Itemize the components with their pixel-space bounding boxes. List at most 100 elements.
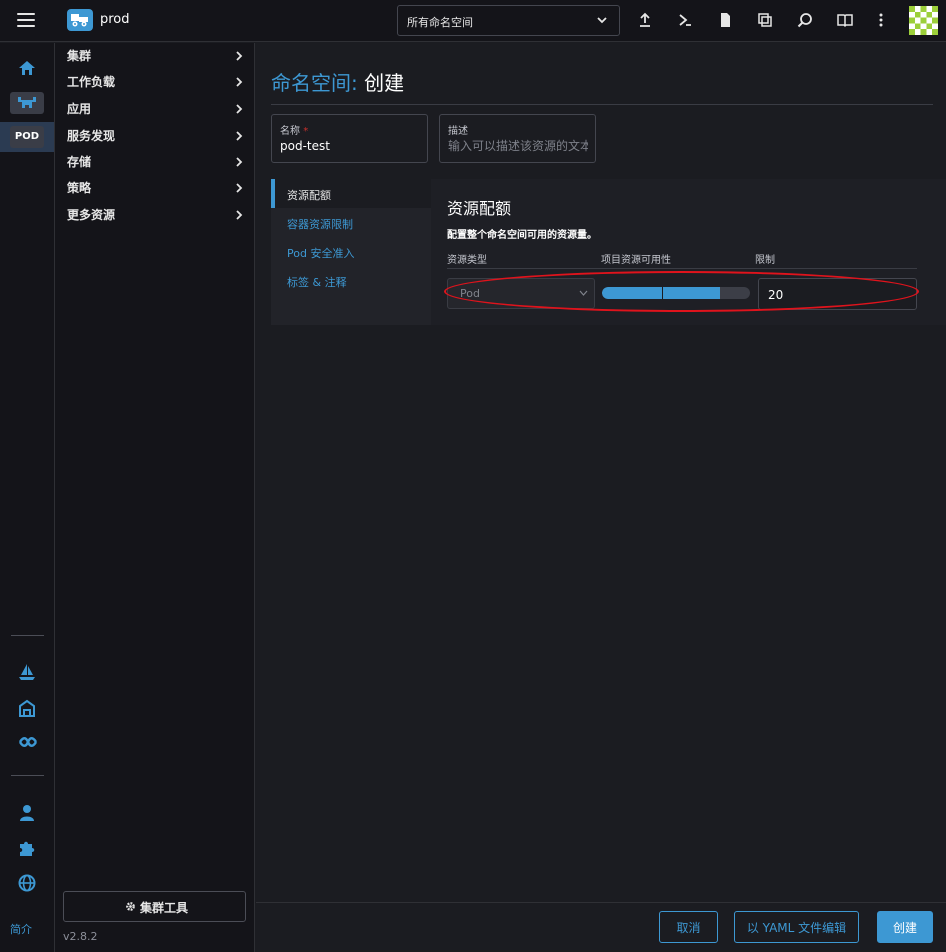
cluster-tools-button[interactable]: 集群工具: [63, 891, 246, 922]
chain-icon: [18, 737, 38, 747]
tab-label: 标签 & 注释: [287, 276, 347, 289]
page-title-resource-link[interactable]: 命名空间:: [271, 71, 358, 95]
tab-container-limits[interactable]: 容器资源限制: [271, 208, 431, 237]
rail-fleet[interactable]: [0, 657, 54, 685]
cluster-tools-label: 集群工具: [140, 901, 189, 915]
limit-field[interactable]: [758, 278, 917, 310]
rail-users[interactable]: [0, 798, 54, 826]
page-title-action: 创建: [364, 71, 405, 95]
resource-type-value: Pod: [460, 287, 480, 300]
edit-as-yaml-button[interactable]: 以 YAML 文件编辑: [734, 911, 859, 943]
globe-icon: [18, 874, 36, 892]
version-label: v2.8.2: [63, 930, 98, 943]
sidebar-item-label: 更多资源: [67, 208, 116, 222]
tab-pod-security[interactable]: Pod 安全准入: [271, 237, 431, 266]
search-icon[interactable]: [797, 12, 813, 28]
user-icon: [20, 805, 34, 821]
create-button[interactable]: 创建: [877, 911, 933, 943]
tab-labels-annotations[interactable]: 标签 & 注释: [271, 266, 431, 295]
gear-icon: [126, 902, 135, 911]
form-footer: 取消 以 YAML 文件编辑 创建: [256, 902, 946, 952]
resource-type-select[interactable]: Pod: [447, 278, 595, 309]
book-icon[interactable]: [837, 12, 853, 28]
rail-extensions[interactable]: [0, 833, 54, 861]
sidebar-item-storage[interactable]: 存储: [55, 149, 255, 173]
rail-home[interactable]: [0, 54, 54, 82]
sidebar-item-label: 集群: [67, 49, 92, 63]
pod-cluster-badge: POD: [10, 126, 44, 148]
hamburger-menu-icon[interactable]: [17, 13, 35, 27]
user-avatar-icon[interactable]: [909, 6, 938, 35]
sidebar-item-label: 存储: [67, 155, 92, 169]
chevron-right-icon: [236, 183, 243, 193]
tab-resource-quota[interactable]: 资源配额: [271, 179, 431, 208]
chevron-down-icon: [579, 290, 588, 296]
title-divider: [271, 104, 933, 105]
file-icon[interactable]: [717, 12, 733, 28]
quota-description: 配置整个命名空间可用的资源量。: [447, 230, 597, 241]
cluster-logo-icon[interactable]: [67, 9, 93, 31]
sidebar-item-workloads[interactable]: 工作负载: [55, 69, 255, 93]
rail-virtualization[interactable]: [0, 693, 54, 721]
availability-progress-bar: [602, 287, 750, 299]
sidebar-item-label: 服务发现: [67, 129, 116, 143]
more-vertical-icon[interactable]: [873, 12, 889, 28]
left-rail: POD 简介: [0, 43, 55, 952]
namespace-select-value: 所有命名空间: [407, 16, 473, 29]
sidebar-item-service-discovery[interactable]: 服务发现: [55, 123, 255, 147]
description-input[interactable]: [448, 139, 588, 153]
rail-cluster-pod[interactable]: POD: [0, 122, 54, 152]
puzzle-icon: [20, 841, 35, 856]
sidebar-item-more-resources[interactable]: 更多资源: [55, 202, 255, 226]
chevron-right-icon: [236, 210, 243, 220]
cluster-name: prod: [100, 12, 130, 27]
column-header-resource-type: 资源类型: [447, 255, 487, 266]
copy-config-icon[interactable]: [757, 12, 773, 28]
rail-rancher[interactable]: [0, 88, 54, 116]
column-header-divider: [447, 268, 917, 269]
sidebar-item-label: 应用: [67, 102, 92, 116]
rancher-logo-icon: [18, 97, 36, 108]
column-header-availability: 项目资源可用性: [601, 255, 671, 266]
sidebar-item-apps[interactable]: 应用: [55, 96, 255, 120]
rail-divider: [11, 635, 44, 636]
side-tabs: 资源配额 容器资源限制 Pod 安全准入 标签 & 注释: [271, 179, 431, 325]
tab-label: Pod 安全准入: [287, 247, 355, 260]
home-icon: [19, 61, 35, 75]
tab-label: 资源配额: [287, 189, 331, 202]
chevron-right-icon: [236, 77, 243, 87]
shell-icon[interactable]: [677, 12, 693, 28]
chevron-right-icon: [236, 157, 243, 167]
main-content: 命名空间: 创建 名称 * 描述 资源配额 容器资源限制 Pod 安全准入 标签…: [256, 43, 946, 952]
sidebar-item-label: 工作负载: [67, 75, 116, 89]
rail-global-settings[interactable]: [0, 868, 54, 896]
chevron-right-icon: [236, 104, 243, 114]
cancel-button[interactable]: 取消: [659, 911, 718, 943]
chevron-right-icon: [236, 51, 243, 61]
barn-icon: [19, 699, 35, 717]
rail-divider: [11, 775, 44, 776]
page-title: 命名空间: 创建: [271, 67, 404, 96]
chevron-right-icon: [236, 131, 243, 141]
sailboat-icon: [19, 664, 35, 680]
tab-label: 容器资源限制: [287, 218, 353, 231]
sidebar-nav: 集群 工作负载 应用 服务发现 存储 策略 更多资源 集群工具 v2.8.2: [55, 43, 255, 952]
chevron-down-icon: [597, 17, 607, 24]
sidebar-item-cluster[interactable]: 集群: [55, 43, 255, 67]
name-field[interactable]: 名称 *: [271, 114, 428, 163]
rail-extensions-chain[interactable]: [0, 729, 54, 757]
limit-input[interactable]: [768, 288, 908, 302]
name-field-label: 名称 *: [280, 126, 309, 137]
description-field[interactable]: 描述: [439, 114, 596, 163]
sidebar-item-policy[interactable]: 策略: [55, 175, 255, 199]
rail-intro-link[interactable]: 简介: [10, 921, 32, 937]
top-header: prod 所有命名空间: [0, 0, 946, 42]
upload-icon[interactable]: [637, 12, 653, 28]
sidebar-item-label: 策略: [67, 181, 92, 195]
name-input[interactable]: [280, 139, 420, 153]
column-header-limit: 限制: [755, 255, 775, 266]
availability-progress-marker: [662, 287, 663, 299]
description-field-label: 描述: [448, 126, 468, 137]
namespace-select[interactable]: 所有命名空间: [397, 5, 620, 36]
quota-section-title: 资源配额: [447, 199, 512, 218]
